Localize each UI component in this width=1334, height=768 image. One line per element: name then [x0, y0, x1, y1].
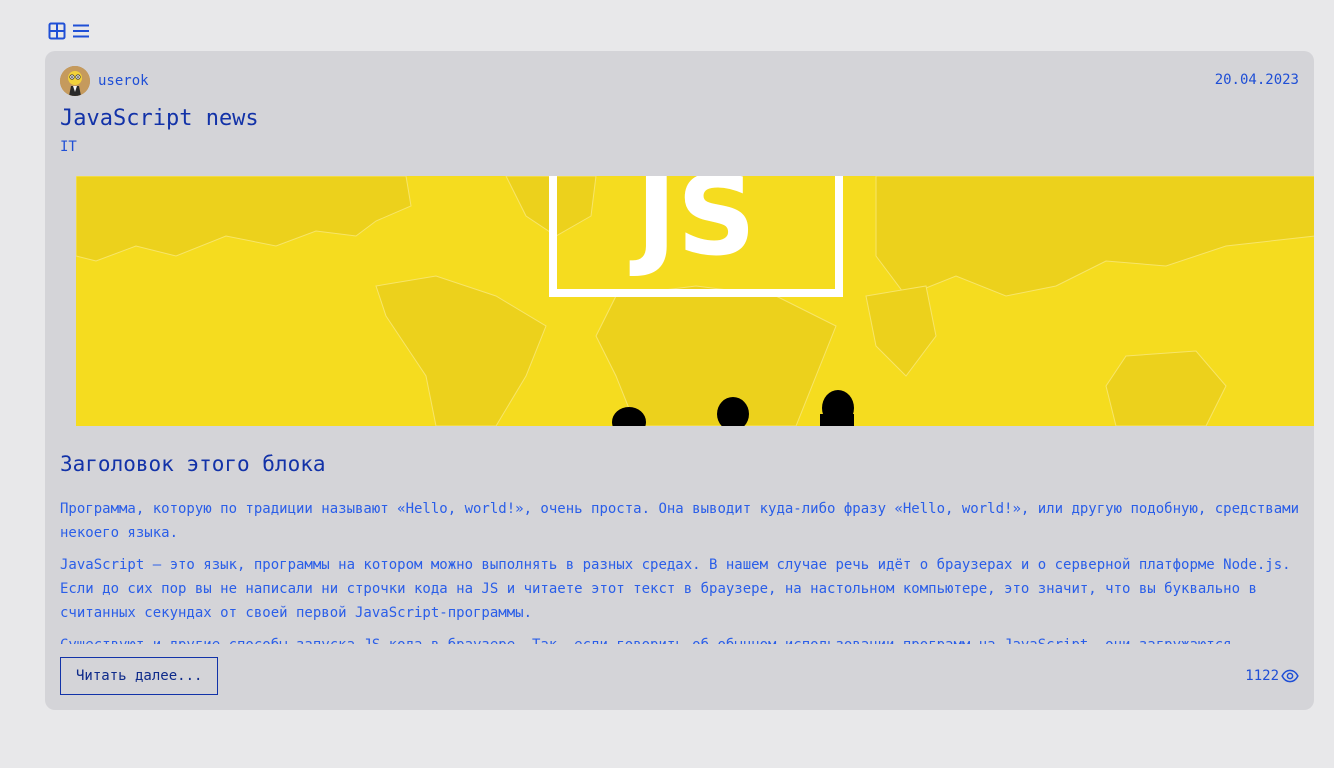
- post-category[interactable]: IT: [60, 139, 77, 155]
- post-content: Программа, которую по традиции называют …: [60, 497, 1300, 644]
- eye-icon: [1281, 669, 1299, 683]
- js-logo: JS: [629, 176, 756, 280]
- view-toggle: [48, 22, 90, 40]
- grid-icon: [48, 22, 66, 40]
- views-count: 1122: [1245, 668, 1279, 684]
- list-view-button[interactable]: [72, 22, 90, 40]
- paragraph: Существуют и другие способы запуска JS-к…: [60, 633, 1300, 644]
- paragraph: JavaScript — это язык, программы на кото…: [60, 557, 1291, 621]
- block-title: Заголовок этого блока: [60, 452, 326, 476]
- views-counter: 1122: [1245, 667, 1299, 685]
- author-link[interactable]: userok: [60, 66, 149, 96]
- list-icon: [73, 24, 89, 38]
- grid-view-button[interactable]: [48, 22, 66, 40]
- post-cover-image: JS: [76, 176, 1314, 426]
- author-name: userok: [98, 73, 149, 89]
- read-more-button[interactable]: Читать далее...: [60, 657, 219, 695]
- post-card: userok 20.04.2023 JavaScript news IT JS: [45, 51, 1314, 710]
- post-title[interactable]: JavaScript news: [60, 106, 259, 131]
- paragraph: Программа, которую по традиции называют …: [60, 501, 1300, 541]
- avatar: [60, 66, 90, 96]
- post-date: 20.04.2023: [1214, 72, 1299, 88]
